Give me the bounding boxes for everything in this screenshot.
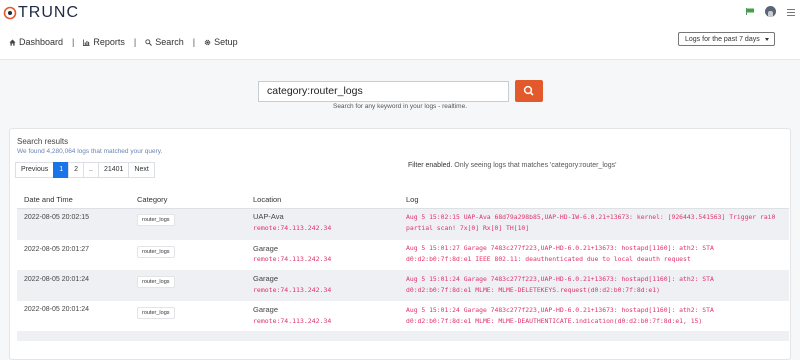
table-row[interactable]: 2022-08-05 20:02:15 router_logs UAP-Ava … (17, 209, 789, 240)
nav-item-search[interactable]: Search (145, 37, 184, 47)
row-log: Aug 5 15:01:24 Garage 7483c277f223,UAP-H… (406, 306, 714, 325)
nav-item-setup[interactable]: Setup (204, 37, 238, 47)
category-badge[interactable]: router_logs (137, 307, 175, 319)
results-count: We found 4,280,064 logs that matched you… (17, 148, 163, 155)
search-icon (523, 85, 534, 96)
category-badge[interactable]: router_logs (137, 276, 175, 288)
pagination-next[interactable]: Next (128, 162, 155, 178)
row-datetime: 2022-08-05 20:01:27 (24, 246, 89, 253)
nav-label: Reports (93, 37, 125, 47)
table-row[interactable] (17, 331, 789, 341)
row-location: Garage (253, 274, 279, 283)
results-title: Search results (17, 137, 69, 146)
row-remote: remote:74.113.242.34 (253, 255, 332, 263)
logo-mark-icon (3, 6, 17, 20)
table-row[interactable]: 2022-08-05 20:01:27 router_logs Garage r… (17, 240, 789, 270)
category-badge[interactable]: router_logs (137, 214, 175, 226)
time-range-value: Logs for the past 7 days (685, 36, 760, 43)
row-remote: remote:74.113.242.34 (253, 224, 332, 232)
top-bar: TRUNC (0, 0, 800, 26)
filter-prefix: Filter enabled. (408, 162, 453, 169)
row-log: Aug 5 15:02:15 UAP-Ava 68d79a298b85,UAP-… (406, 213, 776, 232)
pagination-last[interactable]: 21401 (97, 162, 130, 178)
hamburger-menu-icon[interactable] (787, 9, 795, 18)
flag-icon[interactable] (746, 8, 754, 15)
nav-item-reports[interactable]: Reports (83, 37, 125, 47)
pagination: Previous 1 2 .. 21401 Next (15, 162, 155, 178)
filter-text: Only seeing logs that matches 'category:… (452, 162, 617, 169)
row-datetime: 2022-08-05 20:02:15 (24, 214, 89, 221)
brand-name: TRUNC (18, 4, 79, 21)
row-remote: remote:74.113.242.34 (253, 286, 332, 294)
row-datetime: 2022-08-05 20:01:24 (24, 306, 89, 313)
row-location: Garage (253, 244, 279, 253)
chevron-down-icon (765, 38, 769, 41)
search-input[interactable]: category:router_logs (258, 81, 509, 102)
row-log: Aug 5 15:01:27 Garage 7483c277f223,UAP-H… (406, 244, 714, 263)
pagination-page-2[interactable]: 2 (68, 162, 85, 178)
nav-separator: | (72, 37, 75, 47)
pagination-page-1[interactable]: 1 (53, 162, 70, 178)
search-button[interactable] (515, 80, 543, 102)
bar-chart-icon (83, 38, 90, 46)
nav-label: Setup (214, 37, 238, 47)
column-header-location[interactable]: Location (253, 195, 281, 204)
category-badge[interactable]: router_logs (137, 246, 175, 258)
table-row[interactable]: 2022-08-05 20:01:24 router_logs Garage r… (17, 301, 789, 331)
logo[interactable]: TRUNC (3, 4, 79, 22)
column-header-log[interactable]: Log (406, 195, 419, 204)
table-row[interactable]: 2022-08-05 20:01:24 router_logs Garage r… (17, 270, 789, 301)
filter-note: Filter enabled. Only seeing logs that ma… (408, 162, 617, 169)
nav-separator: | (133, 37, 137, 47)
nav-item-dashboard[interactable]: Dashboard (9, 37, 63, 47)
pagination-ellipsis: .. (83, 162, 99, 178)
row-location: UAP-Ava (253, 212, 284, 221)
row-remote: remote:74.113.242.34 (253, 317, 332, 325)
pagination-previous[interactable]: Previous (15, 162, 55, 178)
nav-label: Dashboard (19, 37, 64, 47)
row-log: Aug 5 15:01:24 Garage 7483c277f223,UAP-H… (406, 275, 714, 294)
avatar[interactable] (765, 6, 776, 17)
search-help-text: Search for any keyword in your logs - re… (332, 103, 468, 110)
row-location: Garage (253, 305, 279, 314)
home-icon (9, 38, 16, 46)
nav-label: Search (155, 37, 184, 47)
column-header-datetime[interactable]: Date and Time (24, 195, 73, 204)
search-icon (145, 38, 153, 46)
time-range-select[interactable]: Logs for the past 7 days (678, 32, 775, 46)
gear-icon (204, 39, 211, 45)
nav-separator: | (192, 37, 196, 47)
row-datetime: 2022-08-05 20:01:24 (24, 276, 89, 283)
column-header-category[interactable]: Category (137, 195, 167, 204)
